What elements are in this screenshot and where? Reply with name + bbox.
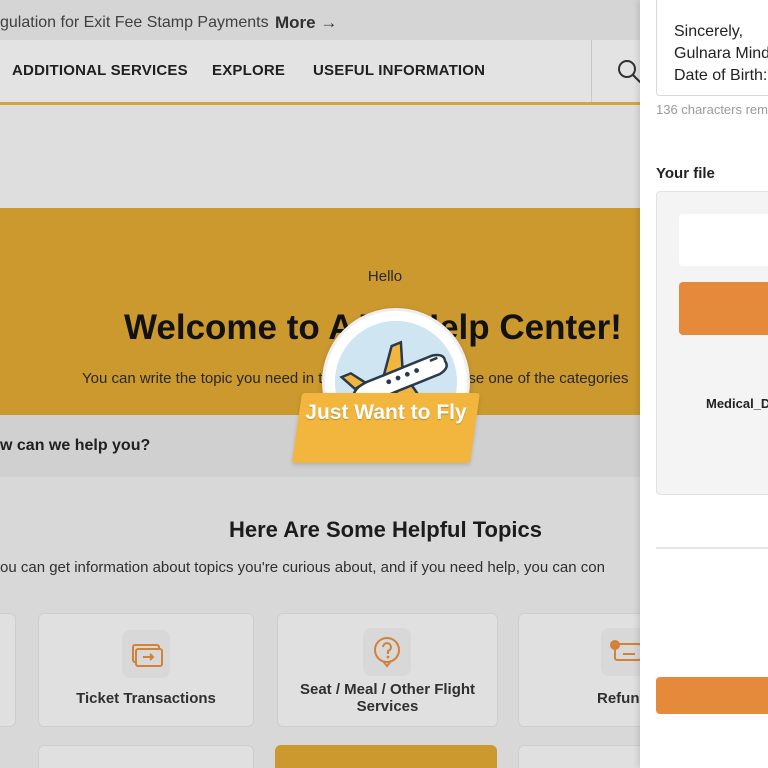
submit-button[interactable] (656, 677, 768, 714)
modal-backdrop[interactable] (0, 0, 640, 768)
file-upload-area: Medical_D (656, 191, 768, 495)
panel-divider (656, 547, 768, 549)
message-line: Gulnara Mind (674, 45, 768, 62)
sticker-text: Just Want to Fly (305, 401, 467, 424)
message-line: Sincerely, (674, 23, 744, 40)
form-panel: Sincerely, Gulnara Mind Date of Birth: 1… (640, 0, 768, 768)
message-line: Date of Birth: (674, 67, 768, 84)
file-section-title: Your file (656, 165, 715, 182)
uploaded-file-name: Medical_D (706, 396, 768, 411)
file-input-field[interactable] (679, 214, 768, 266)
file-upload-button[interactable] (679, 282, 768, 335)
character-counter: 136 characters rem (656, 102, 768, 117)
message-textarea[interactable]: Sincerely, Gulnara Mind Date of Birth: (656, 0, 768, 96)
